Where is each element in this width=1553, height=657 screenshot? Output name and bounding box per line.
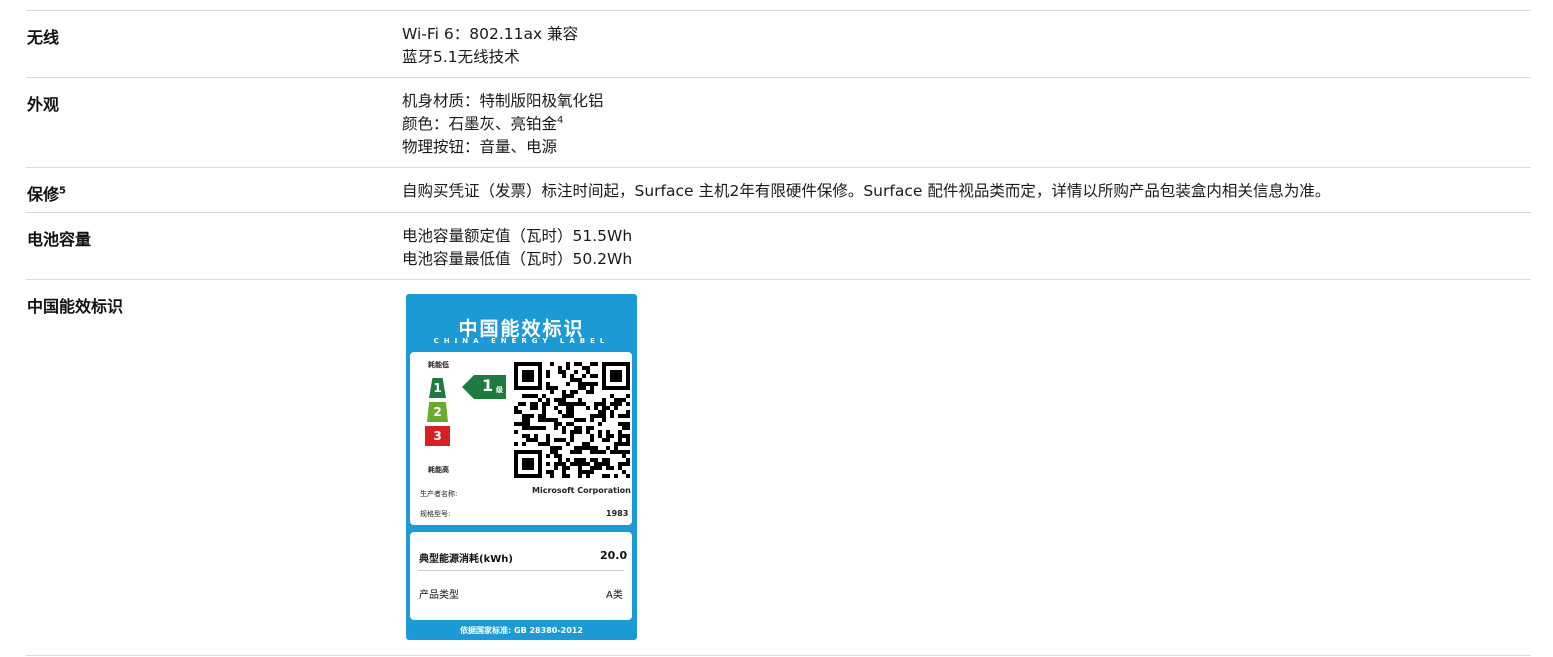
spec-label-warranty: 保修5: [27, 181, 66, 205]
energy-label-bottom-panel: 典型能源消耗(kWh) 20.0 产品类型 A类: [410, 532, 632, 620]
spec-line: 电池容量额定值（瓦时）51.5Wh: [402, 227, 633, 245]
spec-label-wireless: 无线: [27, 28, 60, 47]
grade-bar-2: 2: [427, 402, 448, 422]
spec-row-appearance: 外观 机身材质：特制版阳极氧化铝 颜色：石墨灰、亮铂金4 物理按钮：音量、电源: [26, 77, 1531, 167]
spec-value-battery: 电池容量额定值（瓦时）51.5Wh 电池容量最低值（瓦时）50.2Wh: [402, 225, 632, 271]
spec-line: 物理按钮：音量、电源: [402, 138, 558, 156]
spec-label-text: 保修: [27, 185, 60, 204]
spec-value-warranty: 自购买凭证（发票）标注时间起，Surface 主机2年有限硬件保修。Surfac…: [402, 180, 1330, 203]
rating-unit: 级: [496, 386, 503, 394]
spec-line: 蓝牙5.1无线技术: [402, 48, 520, 66]
manufacturer-value: Microsoft Corporation: [532, 486, 631, 495]
energy-label-top-panel: 耗能低 1 2 3 耗能高 1 级 生产者名称: Microsoft Corpo…: [410, 352, 632, 525]
spec-label-appearance: 外观: [27, 95, 60, 114]
qr-code-icon: [514, 362, 630, 478]
spec-line-text: 颜色：石墨灰、亮铂金: [402, 115, 558, 133]
footnote-ref[interactable]: 4: [557, 115, 563, 126]
spec-row-battery: 电池容量 电池容量额定值（瓦时）51.5Wh 电池容量最低值（瓦时）50.2Wh: [26, 212, 1531, 279]
energy-label-standard: 依据国家标准: GB 28380-2012: [460, 626, 583, 635]
spec-row-wireless: 无线 Wi-Fi 6：802.11ax 兼容 蓝牙5.1无线技术: [26, 10, 1531, 77]
footnote-ref[interactable]: 5: [59, 186, 66, 197]
model-label: 规格型号:: [420, 510, 451, 518]
spec-table: 无线 Wi-Fi 6：802.11ax 兼容 蓝牙5.1无线技术 外观 机身材质…: [26, 10, 1531, 657]
grade-bar-3: 3: [425, 426, 450, 446]
product-type-label: 产品类型: [419, 590, 459, 601]
product-type-value: A类: [606, 590, 623, 601]
consumption-value: 20.0: [600, 549, 628, 562]
spec-value-appearance: 机身材质：特制版阳极氧化铝 颜色：石墨灰、亮铂金4 物理按钮：音量、电源: [402, 90, 604, 159]
manufacturer-label: 生产者名称:: [420, 490, 458, 498]
spec-line: 电池容量最低值（瓦时）50.2Wh: [402, 250, 633, 268]
energy-label-subtitle: CHINA ENERGY LABEL: [433, 337, 610, 345]
rating-value: 1: [482, 376, 494, 395]
spec-line: Wi-Fi 6：802.11ax 兼容: [402, 25, 579, 43]
spec-label-energy: 中国能效标识: [27, 297, 124, 316]
spec-row-warranty: 保修5 自购买凭证（发票）标注时间起，Surface 主机2年有限硬件保修。Su…: [26, 167, 1531, 212]
spec-line: 自购买凭证（发票）标注时间起，Surface 主机2年有限硬件保修。Surfac…: [402, 182, 1331, 200]
spec-row-energy: 中国能效标识 中国能效标识 CHINA ENERGY LABEL 耗能低 1 2…: [26, 279, 1531, 657]
spec-line: 机身材质：特制版阳极氧化铝: [402, 92, 604, 110]
spec-label-battery: 电池容量: [27, 230, 92, 249]
low-consumption-text: 耗能低: [428, 361, 449, 369]
grade-bar-1: 1: [429, 378, 446, 398]
model-value: 1983: [606, 509, 629, 518]
spec-value-wireless: Wi-Fi 6：802.11ax 兼容 蓝牙5.1无线技术: [402, 23, 578, 69]
spec-line: 颜色：石墨灰、亮铂金4: [402, 113, 604, 136]
panel-divider: [418, 570, 624, 571]
consumption-label: 典型能源消耗(kWh): [419, 554, 513, 565]
high-consumption-text: 耗能高: [428, 466, 449, 474]
china-energy-label: 中国能效标识 CHINA ENERGY LABEL 耗能低 1 2 3 耗能高 …: [406, 294, 637, 640]
